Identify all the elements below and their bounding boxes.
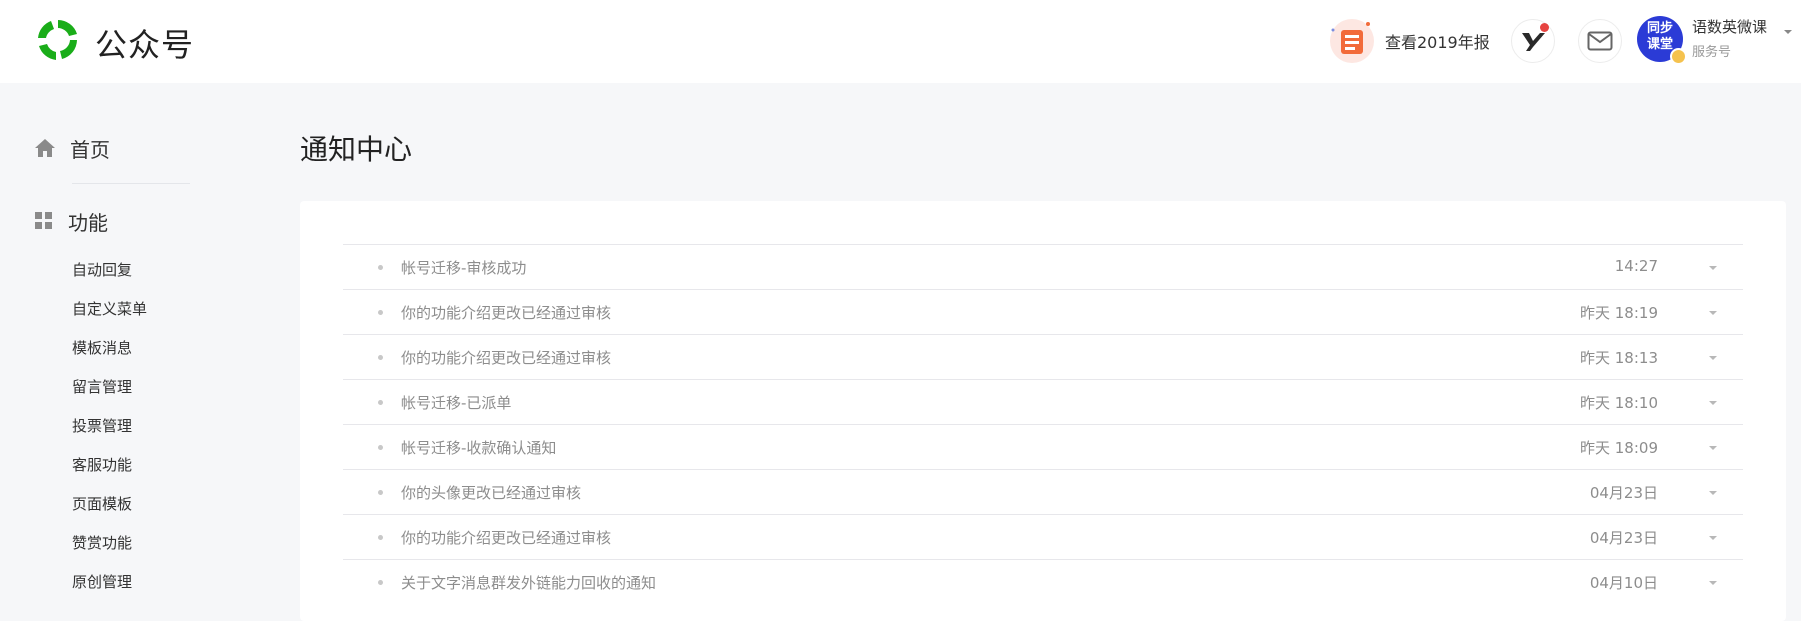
list-item[interactable]: 帐号迁移-已派单 昨天 18:10 [343,379,1743,424]
sidebar-divider [72,183,190,184]
mail-icon [1587,31,1613,51]
list-item[interactable]: 帐号迁移-收款确认通知 昨天 18:09 [343,424,1743,469]
sidebar-item-home[interactable]: 首页 [34,133,110,163]
y-logo-icon [1522,33,1545,51]
notification-panel: 帐号迁移-审核成功 14:27 你的功能介绍更改已经通过审核 昨天 18:19 … [300,201,1786,621]
unread-dot [1540,23,1549,32]
account-info[interactable]: 语数英微课 服务号 [1692,16,1767,60]
bullet-dot [378,490,383,495]
grid-icon [35,212,52,229]
notification-text: 你的头像更改已经通过审核 [401,484,582,502]
notification-text: 帐号迁移-已派单 [401,394,512,412]
expand-arrow-icon[interactable] [1709,446,1717,450]
sidebar-item-customer-service[interactable]: 客服功能 [72,454,132,475]
notification-text: 帐号迁移-收款确认通知 [401,439,557,457]
notification-time: 04月23日 [1589,484,1658,502]
sidebar-item-functions[interactable]: 功能 [34,206,108,236]
list-item[interactable]: 你的头像更改已经通过审核 04月23日 [343,469,1743,514]
top-header: 公众号 查看2019年报 同步 课堂 语数英微课 服务号 [0,0,1801,83]
bullet-dot [378,265,383,270]
expand-arrow-icon[interactable] [1709,401,1717,405]
notification-time: 14:27 [1614,257,1658,275]
sidebar-item-template-message[interactable]: 模板消息 [72,337,132,358]
bullet-dot [378,580,383,585]
home-icon [35,139,55,157]
notification-time: 04月23日 [1589,529,1658,547]
notification-time: 昨天 18:13 [1580,349,1658,367]
expand-arrow-icon[interactable] [1709,311,1717,315]
chevron-down-icon[interactable] [1783,29,1793,35]
sidebar-item-reward[interactable]: 赞赏功能 [72,532,132,553]
account-type: 服务号 [1692,45,1732,60]
y-app-button[interactable] [1511,19,1555,63]
notification-text: 你的功能介绍更改已经通过审核 [401,304,612,322]
expand-arrow-icon[interactable] [1709,356,1717,360]
bullet-dot [378,310,383,315]
notification-text: 关于文字消息群发外链能力回收的通知 [401,574,657,592]
list-item[interactable]: 你的功能介绍更改已经通过审核 04月23日 [343,514,1743,559]
notification-text: 你的功能介绍更改已经通过审核 [401,349,612,367]
notification-time: 昨天 18:19 [1580,304,1658,322]
annual-report-link[interactable]: 查看2019年报 [1327,16,1490,66]
notification-text: 帐号迁移-审核成功 [401,259,527,277]
expand-arrow-icon[interactable] [1709,491,1717,495]
list-item[interactable]: 帐号迁移-审核成功 14:27 [343,244,1743,289]
messages-button[interactable] [1578,19,1622,63]
sidebar-item-auto-reply[interactable]: 自动回复 [72,259,132,280]
list-item[interactable]: 关于文字消息群发外链能力回收的通知 04月10日 [343,559,1743,604]
sidebar-item-original[interactable]: 原创管理 [72,571,132,592]
brand-title[interactable]: 公众号 [95,20,194,66]
sidebar-item-custom-menu[interactable]: 自定义菜单 [72,298,147,319]
expand-arrow-icon[interactable] [1709,266,1717,270]
wechat-mp-logo-icon[interactable] [34,16,82,64]
notification-time: 昨天 18:10 [1580,394,1658,412]
verified-badge-icon [1670,48,1687,65]
avatar[interactable]: 同步 课堂 [1637,16,1687,65]
list-item[interactable]: 你的功能介绍更改已经通过审核 昨天 18:19 [343,289,1743,334]
notification-list: 帐号迁移-审核成功 14:27 你的功能介绍更改已经通过审核 昨天 18:19 … [343,244,1743,604]
account-name: 语数英微课 [1692,18,1768,36]
sidebar-item-voting[interactable]: 投票管理 [72,415,132,436]
page-title: 通知中心 [300,133,413,166]
bullet-dot [378,400,383,405]
sidebar-item-page-template[interactable]: 页面模板 [72,493,132,514]
expand-arrow-icon[interactable] [1709,536,1717,540]
notification-time: 昨天 18:09 [1580,439,1658,457]
list-item[interactable]: 你的功能介绍更改已经通过审核 昨天 18:13 [343,334,1743,379]
bullet-dot [378,355,383,360]
notification-text: 你的功能介绍更改已经通过审核 [401,529,612,547]
bullet-dot [378,445,383,450]
sidebar-item-comments[interactable]: 留言管理 [72,376,132,397]
annual-report-label: 查看2019年报 [1385,33,1490,52]
expand-arrow-icon[interactable] [1709,581,1717,585]
notification-time: 04月10日 [1589,574,1658,592]
annual-report-icon [1330,19,1374,63]
bullet-dot [378,535,383,540]
